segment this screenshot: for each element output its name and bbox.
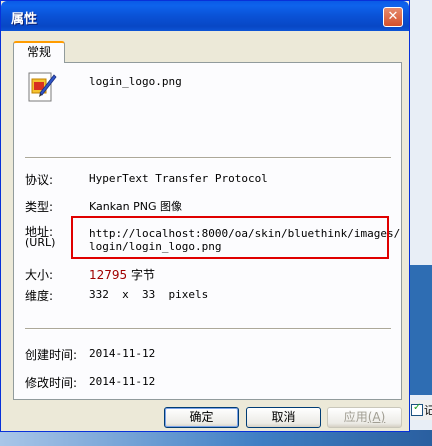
size-number: 12795 <box>89 268 128 282</box>
divider <box>25 157 391 159</box>
dimensions-label: 维度: <box>25 289 54 303</box>
file-name: login_logo.png <box>89 75 182 88</box>
cancel-button[interactable]: 取消 <box>246 407 321 428</box>
title-bar[interactable]: 属性 ✕ <box>1 1 409 31</box>
protocol-value: HyperText Transfer Protocol <box>89 172 268 185</box>
tab-general[interactable]: 常规 <box>13 41 65 63</box>
size-value: 12795 字节 <box>89 266 155 283</box>
size-label: 大小: <box>25 268 54 282</box>
background-footer <box>0 430 432 446</box>
created-value: 2014-11-12 <box>89 347 156 360</box>
close-button[interactable]: ✕ <box>383 7 403 27</box>
png-image-file-icon <box>28 72 57 102</box>
ok-button[interactable]: 确定 <box>164 407 239 428</box>
dimensions-value: 332 x 33 pixels <box>89 288 209 301</box>
apply-button[interactable]: 应用(A) <box>327 407 402 428</box>
modified-value: 2014-11-12 <box>89 375 156 388</box>
apply-accelerator: (A) <box>367 410 386 424</box>
background-remember-checkbox[interactable]: 记 <box>410 400 432 420</box>
type-label: 类型: <box>25 200 54 214</box>
background-checkbox-label: 记 <box>424 404 432 417</box>
divider <box>25 328 391 330</box>
close-icon: ✕ <box>387 9 399 24</box>
size-unit: 字节 <box>127 268 156 282</box>
address-highlight-box <box>71 216 389 259</box>
apply-button-label: 应用 <box>343 410 368 424</box>
address-url-label: (URL) <box>25 236 56 249</box>
background-banner <box>410 265 432 395</box>
properties-dialog: 属性 ✕ 常规 login_logo.png 协议: HyperText Tra… <box>0 0 410 432</box>
checkbox-icon[interactable] <box>411 402 423 416</box>
created-label: 创建时间: <box>25 348 78 362</box>
window-title: 属性 <box>11 12 38 27</box>
type-value: Kankan PNG 图像 <box>89 200 183 213</box>
protocol-label: 协议: <box>25 173 54 187</box>
modified-label: 修改时间: <box>25 376 78 390</box>
